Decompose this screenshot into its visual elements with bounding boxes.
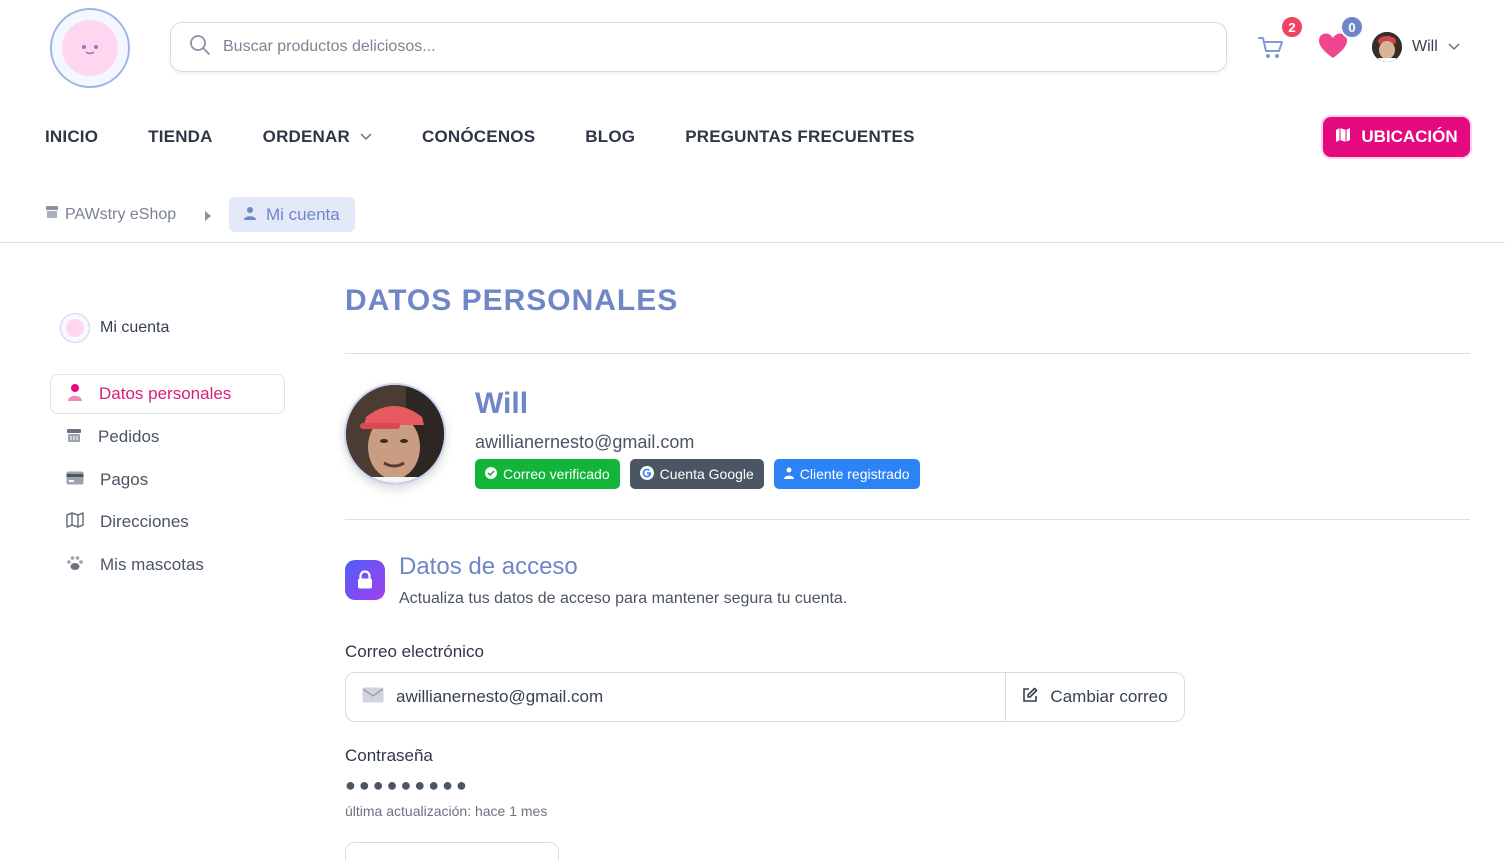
wishlist-count-badge: 0: [1340, 15, 1364, 39]
access-section-subtitle: Actualiza tus datos de acceso para mante…: [399, 590, 848, 607]
map-icon: [66, 511, 84, 533]
nav-link[interactable]: INICIO: [45, 127, 98, 147]
sidebar-item-direcciones[interactable]: Direcciones: [50, 502, 285, 542]
tag-label: Cuenta Google: [659, 466, 754, 482]
verified-email-badge: Correo verificado: [475, 459, 620, 489]
email-label: Correo electrónico: [345, 642, 484, 661]
chevron-down-icon: [360, 128, 372, 146]
change-email-label: Cambiar correo: [1050, 687, 1168, 706]
sidebar-item-pagos[interactable]: Pagos: [50, 460, 285, 500]
user-icon: [783, 466, 794, 482]
section-divider: [345, 519, 1470, 520]
cart-count-badge: 2: [1280, 15, 1304, 39]
email-field-group: Cambiar correo: [345, 672, 1185, 722]
tag-label: Cliente registrado: [799, 466, 910, 482]
user-icon: [67, 383, 83, 406]
profile-tags: Correo verificado Cuenta Google Cliente …: [475, 459, 930, 489]
nav-item-ordenar[interactable]: ORDENAR: [263, 127, 372, 147]
nav-link[interactable]: PREGUNTAS FRECUENTES: [685, 127, 914, 147]
breadcrumb-home-label: PAWstry eShop: [65, 205, 177, 223]
sidebar-item-datos-personales[interactable]: Datos personales: [50, 374, 285, 414]
main-nav: INICIO TIENDA ORDENAR CONÓCENOS BLOG PRE…: [45, 127, 965, 147]
email-field-wrapper: [346, 673, 1006, 721]
map-icon: [1335, 127, 1351, 148]
user-menu[interactable]: Will: [1372, 32, 1460, 62]
password-label: Contraseña: [345, 746, 433, 765]
nav-item-tienda[interactable]: TIENDA: [148, 127, 212, 147]
nav-link[interactable]: CONÓCENOS: [422, 127, 535, 147]
nav-item-blog[interactable]: BLOG: [585, 127, 635, 147]
breadcrumb-current: Mi cuenta: [229, 197, 355, 232]
nav-link[interactable]: BLOG: [585, 127, 635, 147]
change-email-button[interactable]: Cambiar correo: [1006, 673, 1184, 721]
search-icon: [189, 34, 211, 61]
sidebar-item-label: Direcciones: [100, 512, 189, 531]
change-password-button[interactable]: [345, 842, 559, 860]
registered-client-badge: Cliente registrado: [773, 459, 920, 489]
access-section-title: Datos de acceso: [399, 553, 578, 580]
sidebar-item-mis-mascotas[interactable]: Mis mascotas: [50, 545, 285, 585]
wishlist-heart-icon[interactable]: [1318, 32, 1348, 62]
envelope-icon: [362, 687, 384, 708]
profile-avatar: [344, 383, 446, 485]
edit-icon: [1022, 687, 1038, 708]
nav-item-preguntas[interactable]: PREGUNTAS FRECUENTES: [685, 127, 914, 147]
location-button[interactable]: UBICACIÓN: [1323, 117, 1470, 157]
google-icon: [639, 465, 654, 483]
sidebar-item-label: Datos personales: [99, 384, 232, 403]
nav-item-conocenos[interactable]: CONÓCENOS: [422, 127, 535, 147]
basket-icon: [66, 427, 82, 448]
chevron-right-icon: [204, 209, 212, 227]
shop-icon: [45, 205, 59, 224]
user-name: Will: [1412, 38, 1438, 55]
sidebar-item-pedidos[interactable]: Pedidos: [50, 417, 285, 457]
breadcrumb-home[interactable]: PAWstry eShop: [45, 205, 176, 224]
user-icon: [244, 205, 256, 225]
account-logo-icon: [60, 313, 90, 343]
search-bar[interactable]: [170, 22, 1227, 72]
profile-name: Will: [475, 387, 529, 420]
section-divider: [345, 353, 1470, 354]
profile-email: awillianernesto@gmail.com: [475, 432, 695, 452]
sidebar-item-label: Mis mascotas: [100, 555, 204, 574]
chevron-down-icon: [1448, 38, 1460, 56]
cart-icon[interactable]: [1256, 32, 1286, 62]
password-updated-text: última actualización: hace 1 mes: [345, 803, 548, 819]
sidebar-item-label: Pagos: [100, 470, 149, 489]
sidebar-heading: Mi cuenta: [60, 313, 169, 343]
sidebar-item-label: Pedidos: [98, 427, 160, 446]
nav-link[interactable]: TIENDA: [148, 127, 212, 147]
tag-label: Correo verificado: [503, 466, 610, 482]
paw-icon: [66, 555, 84, 576]
header-divider: [0, 242, 1505, 243]
logo-mascot-icon: [62, 20, 118, 76]
check-circle-icon: [485, 466, 497, 482]
lock-icon: [345, 560, 385, 600]
card-icon: [66, 470, 84, 490]
password-mask: ●●●●●●●●●: [345, 775, 470, 795]
nav-link[interactable]: ORDENAR: [263, 127, 350, 147]
site-logo[interactable]: [50, 8, 130, 88]
google-account-badge: Cuenta Google: [629, 459, 764, 489]
page-title: DATOS PERSONALES: [345, 284, 679, 317]
breadcrumb-current-label: Mi cuenta: [266, 204, 340, 224]
avatar: [1372, 32, 1402, 62]
nav-item-inicio[interactable]: INICIO: [45, 127, 98, 147]
email-field[interactable]: [396, 687, 956, 707]
search-input[interactable]: [223, 38, 1123, 56]
sidebar-heading-label: Mi cuenta: [100, 319, 170, 336]
location-button-label: UBICACIÓN: [1361, 127, 1458, 146]
